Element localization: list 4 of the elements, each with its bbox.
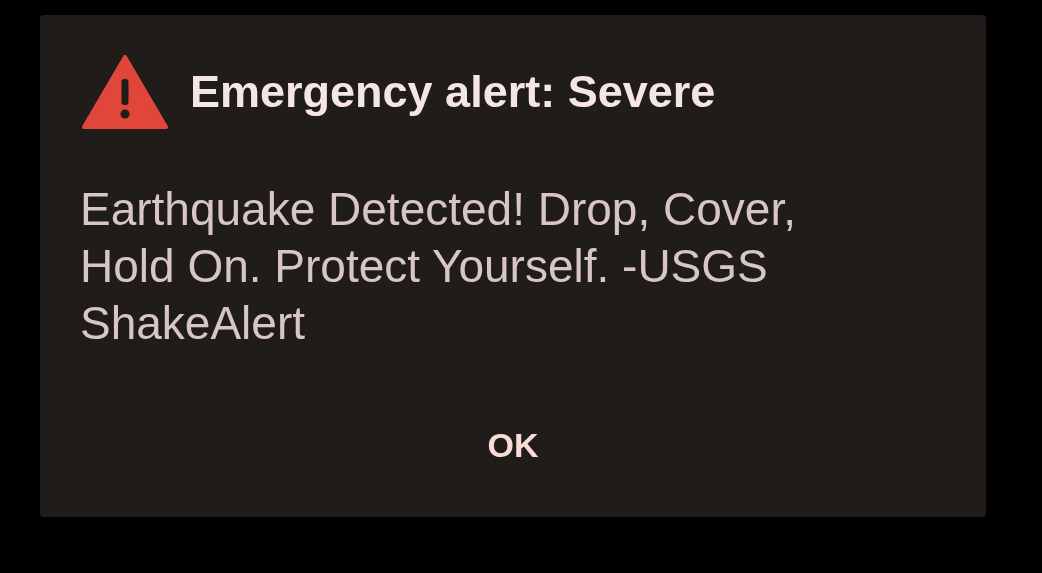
warning-icon	[82, 55, 168, 129]
alert-message: Earthquake Detected! Drop, Cover, Hold On. Protect Yourself. -USGS ShakeAlert	[80, 182, 797, 351]
ok-button[interactable]: OK	[471, 420, 555, 471]
alert-title: Emergency alert: Severe	[190, 65, 716, 119]
